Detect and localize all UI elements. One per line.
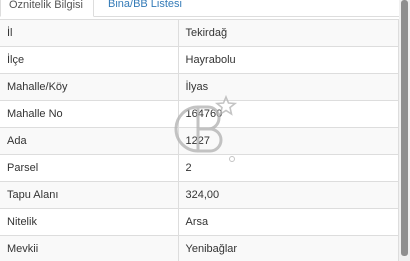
row-key-mahalle-koy: Mahalle/Köy: [0, 73, 179, 101]
tab-attribute-info[interactable]: Öznitelik Bilgisi: [0, 0, 94, 17]
row-value-mahalle-no: 164760: [178, 100, 399, 128]
row-key-mevkii: Mevkii: [0, 235, 179, 261]
row-value-mahalle-koy: İlyas: [178, 73, 399, 101]
row-value-parsel: 2: [178, 154, 399, 182]
attribute-table: İl Tekirdağ İlçe Hayrabolu Mahalle/Köy İ…: [0, 19, 399, 261]
table-row: Parsel 2: [0, 154, 399, 182]
row-key-ada: Ada: [0, 127, 179, 155]
row-key-il: İl: [0, 19, 179, 47]
attribute-panel: Öznitelik Bilgisi Bina/BB Listesi İl Tek…: [0, 0, 399, 261]
table-row: Mahalle/Köy İlyas: [0, 73, 399, 101]
tab-building-list[interactable]: Bina/BB Listesi: [102, 0, 188, 15]
vertical-scrollbar[interactable]: [399, 0, 410, 261]
table-row: İl Tekirdağ: [0, 19, 399, 47]
row-value-ilce: Hayrabolu: [178, 46, 399, 74]
row-value-mevkii: Yenibağlar: [178, 235, 399, 261]
tab-bar: Öznitelik Bilgisi Bina/BB Listesi: [0, 0, 399, 17]
row-key-tapu-alani: Tapu Alanı: [0, 181, 179, 209]
row-value-nitelik: Arsa: [178, 208, 399, 236]
row-value-il: Tekirdağ: [178, 19, 399, 47]
table-row: İlçe Hayrabolu: [0, 46, 399, 74]
scrollbar-thumb[interactable]: [401, 0, 408, 256]
table-row: Mahalle No 164760: [0, 100, 399, 128]
table-row: Nitelik Arsa: [0, 208, 399, 236]
row-key-nitelik: Nitelik: [0, 208, 179, 236]
row-value-ada: 1227: [178, 127, 399, 155]
row-key-ilce: İlçe: [0, 46, 179, 74]
table-row: Tapu Alanı 324,00: [0, 181, 399, 209]
row-value-tapu-alani: 324,00: [178, 181, 399, 209]
row-key-mahalle-no: Mahalle No: [0, 100, 179, 128]
table-row: Ada 1227: [0, 127, 399, 155]
row-key-parsel: Parsel: [0, 154, 179, 182]
table-row: Mevkii Yenibağlar: [0, 235, 399, 261]
